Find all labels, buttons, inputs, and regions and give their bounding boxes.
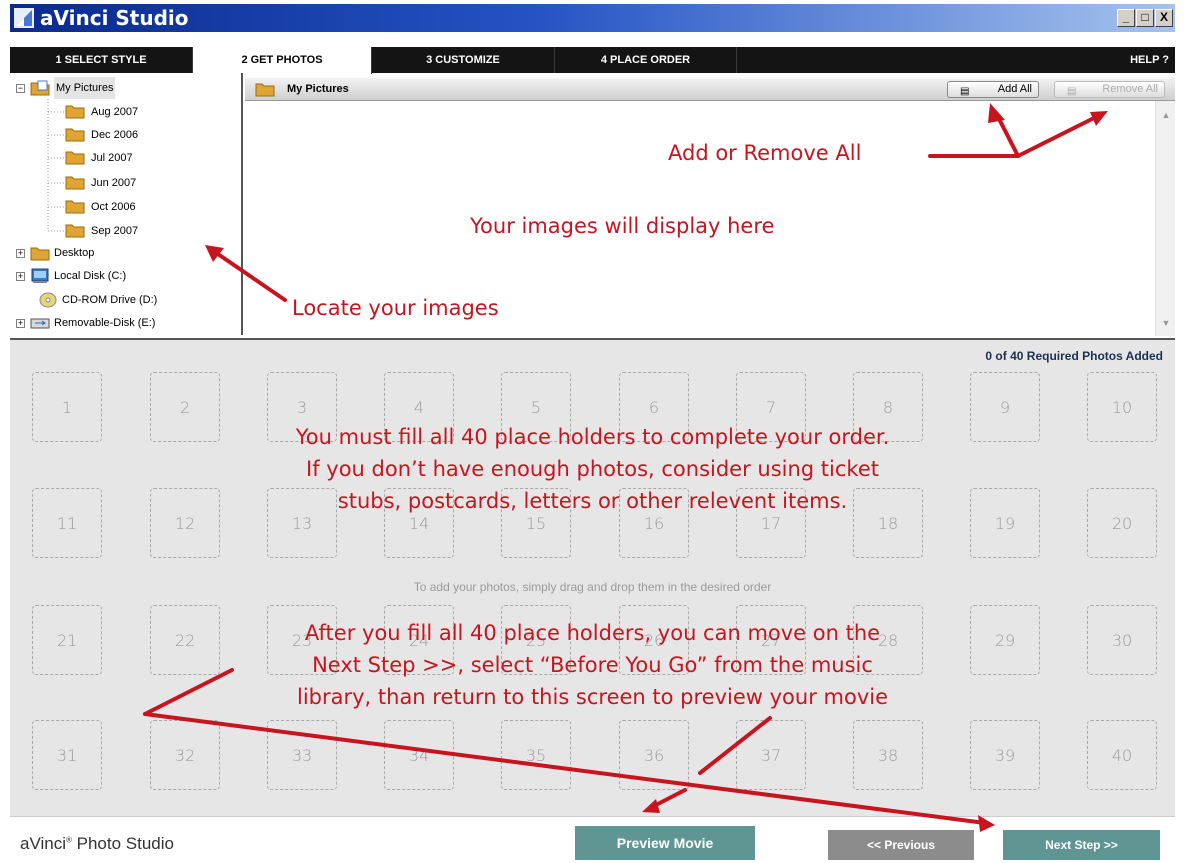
annotation-locate: Locate your images <box>292 296 499 320</box>
tree-label: Sep 2007 <box>91 225 139 237</box>
tree-item-jul-2007[interactable]: Jul 2007 <box>91 147 133 169</box>
tree-label: Desktop <box>54 247 95 259</box>
tree-label: Removable-Disk (E:) <box>54 317 156 329</box>
minimize-button[interactable]: _ <box>1117 9 1135 27</box>
add-all-icon: ▤ <box>960 86 970 97</box>
add-all-label: Add All <box>997 83 1032 95</box>
drag-drop-hint: To add your photos, simply drag and drop… <box>413 580 772 594</box>
app-logo-icon <box>14 8 34 28</box>
remove-all-icon: ▤ <box>1067 86 1077 97</box>
folder-icon <box>65 200 85 214</box>
tree-item-desktop[interactable]: Desktop <box>54 242 94 264</box>
window-title: aVinci Studio <box>40 6 189 30</box>
tree-label: Local Disk (C:) <box>54 270 127 282</box>
folder-icon <box>255 83 275 97</box>
photo-slot[interactable]: 20 <box>1087 488 1157 558</box>
scroll-down-icon[interactable]: ▼ <box>1158 315 1174 331</box>
previous-button[interactable]: << Previous <box>828 830 974 860</box>
usb-drive-icon <box>30 318 50 329</box>
help-link[interactable]: HELP ? <box>1130 47 1169 73</box>
tab-customize[interactable]: 3 CUSTOMIZE <box>372 47 555 73</box>
photos-added-status: 0 of 40 Required Photos Added <box>985 349 1163 363</box>
photo-slot[interactable]: 34 <box>384 720 454 790</box>
close-button[interactable]: X <box>1155 9 1173 27</box>
photo-placeholder-grid: 0 of 40 Required Photos Added 1234567891… <box>10 338 1175 816</box>
browser-scrollbar[interactable]: ▲ ▼ <box>1155 101 1175 336</box>
photo-slot[interactable]: 1 <box>32 372 102 442</box>
photo-slot[interactable]: 10 <box>1087 372 1157 442</box>
collapse-toggle[interactable]: − <box>16 84 25 93</box>
photo-slot[interactable]: 21 <box>32 605 102 675</box>
photo-slot[interactable]: 36 <box>619 720 689 790</box>
hard-disk-icon <box>31 268 49 283</box>
photo-slot[interactable]: 31 <box>32 720 102 790</box>
tree-label: Dec 2006 <box>91 129 139 141</box>
folder-icon <box>65 176 85 190</box>
tree-item-cd-rom[interactable]: CD-ROM Drive (D:) <box>62 289 157 311</box>
add-all-button[interactable]: ▤ Add All <box>947 81 1039 98</box>
next-step-button[interactable]: Next Step >> <box>1003 830 1160 860</box>
preview-movie-button[interactable]: Preview Movie <box>575 826 755 860</box>
tree-label: Oct 2006 <box>91 201 136 213</box>
folder-tree: − My Pictures Aug 2007 Dec 2006 Jul 2007… <box>10 73 243 335</box>
cd-icon <box>39 292 57 308</box>
expand-toggle[interactable]: + <box>16 319 25 328</box>
maximize-button[interactable]: □ <box>1136 9 1154 27</box>
expand-toggle[interactable]: + <box>16 249 25 258</box>
footer-bar: aVinci® Photo Studio Preview Movie << Pr… <box>10 816 1175 863</box>
photo-slot[interactable]: 33 <box>267 720 337 790</box>
photo-slot[interactable]: 37 <box>736 720 806 790</box>
expand-toggle[interactable]: + <box>16 272 25 281</box>
annotation-after-line-3: library, than return to this screen to p… <box>296 685 889 709</box>
browser-folder-title: My Pictures <box>287 83 349 95</box>
folder-icon <box>65 128 85 142</box>
tree-item-local-disk[interactable]: Local Disk (C:) <box>54 265 126 287</box>
tab-select-style[interactable]: 1 SELECT STYLE <box>10 47 193 73</box>
annotation-display: Your images will display here <box>470 214 775 238</box>
my-pictures-folder-icon <box>30 80 50 96</box>
photo-slot[interactable]: 39 <box>970 720 1040 790</box>
brand-text: aVinci <box>20 834 66 853</box>
tree-item-sep-2007[interactable]: Sep 2007 <box>91 220 138 242</box>
browser-header: My Pictures ▤ Add All ▤ Remove All <box>245 78 1175 101</box>
tree-item-oct-2006[interactable]: Oct 2006 <box>91 196 136 218</box>
scroll-up-icon[interactable]: ▲ <box>1158 107 1174 123</box>
annotation-after-line-2: Next Step >>, select “Before You Go” fro… <box>312 653 873 677</box>
annotation-fill-line-2: If you don’t have enough photos, conside… <box>306 457 879 481</box>
photo-slot[interactable]: 38 <box>853 720 923 790</box>
tree-label: Jul 2007 <box>91 152 133 164</box>
folder-icon <box>65 151 85 165</box>
annotation-add-remove: Add or Remove All <box>668 141 862 165</box>
folder-icon <box>65 224 85 238</box>
annotation-after-line-1: After you fill all 40 place holders, you… <box>304 621 881 645</box>
tree-item-removable-disk[interactable]: Removable-Disk (E:) <box>54 312 155 334</box>
folder-icon <box>30 247 50 261</box>
annotation-fill-line-1: You must fill all 40 place holders to co… <box>295 425 890 449</box>
tree-label: CD-ROM Drive (D:) <box>62 294 158 306</box>
photo-slot[interactable]: 35 <box>501 720 571 790</box>
folder-icon <box>65 105 85 119</box>
tree-label: Jun 2007 <box>91 177 137 189</box>
tree-item-jun-2007[interactable]: Jun 2007 <box>91 172 136 194</box>
tree-item-dec-2006[interactable]: Dec 2006 <box>91 124 138 146</box>
tab-place-order[interactable]: 4 PLACE ORDER <box>555 47 737 73</box>
tab-get-photos[interactable]: 2 GET PHOTOS <box>193 47 372 74</box>
brand-name: aVinci® Photo Studio <box>20 834 174 854</box>
remove-all-button[interactable]: ▤ Remove All <box>1054 81 1165 98</box>
remove-all-label: Remove All <box>1102 83 1158 95</box>
tree-label: Aug 2007 <box>91 106 139 118</box>
tree-label: My Pictures <box>56 82 114 94</box>
photo-slot[interactable]: 32 <box>150 720 220 790</box>
brand-suffix: Photo Studio <box>71 834 174 853</box>
tree-item-aug-2007[interactable]: Aug 2007 <box>91 101 138 123</box>
title-bar: aVinci Studio _ □ X <box>10 4 1175 32</box>
annotation-fill-line-3: stubs, postcards, letters or other relev… <box>337 489 848 513</box>
photo-slot[interactable]: 40 <box>1087 720 1157 790</box>
tree-item-my-pictures[interactable]: My Pictures <box>54 77 116 99</box>
photo-slot[interactable]: 11 <box>32 488 102 558</box>
step-tabs: 1 SELECT STYLE 2 GET PHOTOS 3 CUSTOMIZE … <box>10 47 1175 74</box>
photo-slot[interactable]: 30 <box>1087 605 1157 675</box>
